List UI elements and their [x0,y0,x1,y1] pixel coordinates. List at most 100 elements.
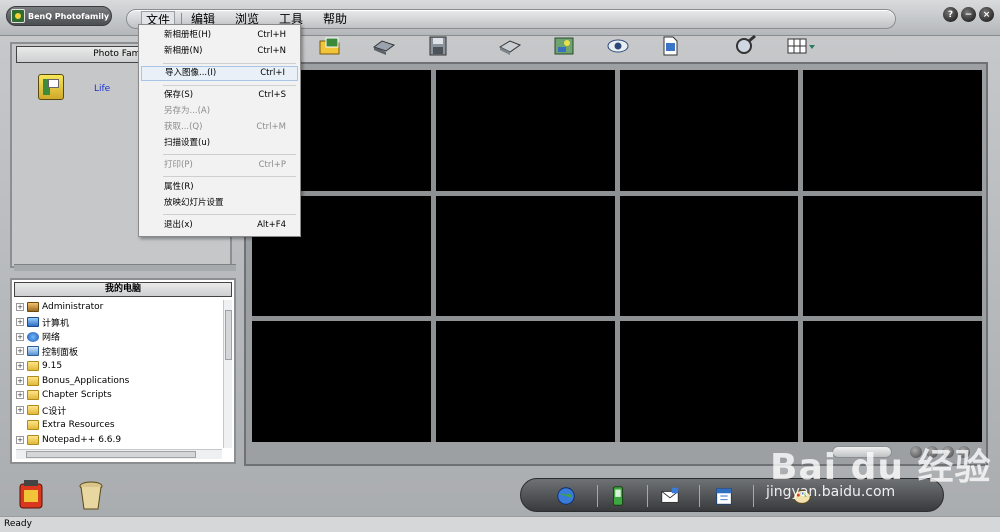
folder-tree-header: 我的电脑 [14,282,232,297]
album-horizontal-scrollbar[interactable] [14,264,236,271]
grid-layout-icon [787,38,815,54]
thumbnail-slot[interactable] [252,321,431,442]
printer-icon [498,40,522,55]
menu-item-shortcut: Ctrl+I [260,68,285,78]
trash-button[interactable] [76,478,106,512]
open-folder-icon [319,37,340,55]
grid-navigation-bar [252,444,982,460]
layout-dropdown-tool[interactable] [784,33,818,59]
expand-icon[interactable]: + [16,376,24,385]
tree-item-c-design[interactable]: + C设计 [16,403,220,418]
menu-item-exit[interactable]: 退出(x) Alt+F4 [141,218,298,233]
menu-item-shortcut: Ctrl+H [257,30,286,40]
thumbnail-slot[interactable] [619,195,799,317]
thumbnail-slot[interactable] [803,70,982,191]
previous-page-button[interactable] [926,446,938,458]
menu-item-label: 保存(S) [164,90,194,100]
tree-item-network[interactable]: + 网络 [16,329,220,344]
tree-horizontal-scrollbar[interactable] [16,449,222,459]
expand-icon[interactable]: + [16,303,24,312]
folder-icon [27,405,39,416]
web-globe-button[interactable] [551,482,581,510]
close-button[interactable]: × [979,7,994,22]
next-page-button[interactable] [942,446,954,458]
thumbnail-slot[interactable] [619,321,799,442]
menu-item-slideshow-settings[interactable]: 放映幻灯片设置 [141,196,298,211]
expand-icon[interactable]: + [16,347,24,356]
email-button[interactable] [655,482,685,510]
open-folder-tool[interactable] [316,33,344,59]
thumbnail-slot[interactable] [435,70,615,191]
menu-item-label: 另存为...(A) [164,106,211,116]
minimize-button[interactable]: − [961,7,976,22]
scanner-tool[interactable] [370,33,398,59]
last-page-button[interactable] [958,446,970,458]
tree-horizontal-scroll-thumb[interactable] [26,451,196,458]
menu-separator [163,63,296,64]
zoom-slider[interactable] [832,446,892,458]
menu-item-save[interactable]: 保存(S) Ctrl+S [141,88,298,103]
film-roll-button[interactable] [16,478,46,512]
calendar-icon [716,488,732,505]
album-cabinet-icon[interactable] [38,74,64,100]
thumbnail-grid [252,70,982,442]
folder-icon [27,375,39,386]
magnifier-tool[interactable] [732,33,760,59]
thumbnail-slot[interactable] [435,321,615,442]
expand-icon[interactable]: + [16,362,24,371]
tree-item-label: C设计 [42,406,67,417]
menu-help[interactable]: 帮助 [319,11,351,28]
calendar-button[interactable] [709,482,739,510]
tree-item-label: Chapter Scripts [42,390,112,401]
menu-separator [163,154,296,155]
menu-item-properties[interactable]: 属性(R) [141,180,298,195]
tree-item-extra-resources[interactable]: Extra Resources [16,418,220,433]
folder-icon [27,390,39,401]
menu-item-acquire[interactable]: 获取...(Q) Ctrl+M [141,120,298,135]
thumbnail-slot[interactable] [619,70,799,191]
expand-icon[interactable]: + [16,318,24,327]
tree-item-chapter-scripts[interactable]: + Chapter Scripts [16,388,220,403]
menu-item-label: 放映幻灯片设置 [164,198,224,208]
tree-item-bonus-applications[interactable]: + Bonus_Applications [16,373,220,388]
tree-spacer [16,420,24,429]
document-tool[interactable] [656,33,684,59]
film-roll-icon [19,480,43,509]
tree-item-administrator[interactable]: + Administrator [16,300,220,315]
menu-item-new-album[interactable]: 新相册(N) Ctrl+N [141,44,298,59]
photo-edit-tool[interactable] [550,33,578,59]
thumbnail-slot[interactable] [803,321,982,442]
save-tool[interactable] [424,33,452,59]
printer-tool[interactable] [496,33,524,59]
thumbnail-slot[interactable] [435,195,615,317]
first-page-button[interactable] [910,446,922,458]
network-icon [27,331,39,342]
tree-item-notepad[interactable]: + Notepad++ 6.6.9 [16,432,220,447]
menu-item-import-images[interactable]: 导入图像...(I) Ctrl+I [141,66,298,81]
tree-vertical-scrollbar[interactable] [223,300,232,448]
dock-separator [699,485,700,507]
eye-view-tool[interactable] [604,33,632,59]
tree-item-9-15[interactable]: + 9.15 [16,359,220,374]
paint-palette-button[interactable] [787,482,817,510]
menu-item-save-as[interactable]: 另存为...(A) [141,104,298,119]
mobile-phone-button[interactable] [603,482,633,510]
expand-icon[interactable]: + [16,406,24,415]
menu-item-scan-settings[interactable]: 扫描设置(u) [141,136,298,151]
expand-icon[interactable]: + [16,435,24,444]
expand-icon[interactable]: + [16,332,24,341]
help-button[interactable]: ? [943,7,958,22]
tree-item-label: 控制面板 [42,347,79,358]
menu-item-new-cabinet[interactable]: 新相册柜(H) Ctrl+H [141,28,298,43]
expand-icon[interactable]: + [16,391,24,400]
menu-item-print[interactable]: 打印(P) Ctrl+P [141,158,298,173]
thumbnail-slot[interactable] [803,195,982,317]
tree-item-control-panel[interactable]: + 控制面板 [16,344,220,359]
tree-vertical-scroll-thumb[interactable] [225,310,232,360]
tree-item-label: Administrator [42,302,104,313]
menu-separator [163,176,296,177]
album-item-life[interactable]: Life [94,84,110,94]
tree-item-label: 9.15 [42,361,63,372]
dock-separator [753,485,754,507]
tree-item-computer[interactable]: + 计算机 [16,315,220,330]
